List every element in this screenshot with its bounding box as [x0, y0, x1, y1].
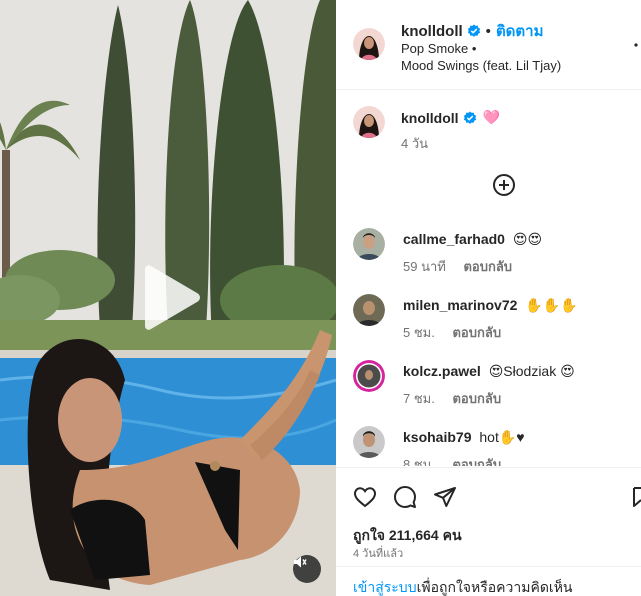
music-title[interactable]: Mood Swings (feat. Lil Tjay) — [401, 58, 561, 73]
comment-line: ksohaib79 hot✋♥ — [403, 429, 525, 446]
comment-bubble-icon — [394, 486, 416, 508]
comment-line: callme_farhad0 😍😍 — [403, 231, 542, 248]
reply-button[interactable]: ตอบกลับ — [452, 391, 501, 406]
post-timestamp[interactable]: 4 วันที่แล้ว — [353, 544, 403, 562]
action-bar: ถูกใจ 211,664 คน 4 วันที่แล้ว — [336, 467, 641, 560]
music-artist[interactable]: Pop Smoke • — [401, 41, 476, 56]
comment-item: ksohaib79 hot✋♥ 8 ชม. ตอบกลับ — [353, 424, 641, 466]
comment-meta: 5 ชม. ตอบกลับ — [403, 322, 501, 343]
add-circle-icon — [493, 174, 515, 196]
share-button[interactable] — [433, 485, 457, 509]
comment-username[interactable]: callme_farhad0 — [403, 231, 505, 247]
caption-author-avatar[interactable] — [353, 106, 385, 138]
post-caption: knolldoll 🩷 4 วัน — [353, 106, 641, 156]
heart-icon — [353, 487, 377, 508]
reply-button[interactable]: ตอบกลับ — [463, 259, 512, 274]
verified-badge-icon — [463, 111, 477, 125]
comment-text: 😍Słodziak 😍 — [488, 363, 575, 379]
follow-button[interactable]: ติดตาม — [496, 19, 544, 43]
commenter-avatar[interactable] — [353, 228, 385, 260]
reply-button[interactable]: ตอบกลับ — [452, 457, 501, 466]
comment-username[interactable]: ksohaib79 — [403, 429, 471, 445]
caption-line: knolldoll 🩷 — [401, 109, 500, 126]
comment-text: ✋✋✋ — [525, 297, 578, 313]
comment-item: milen_marinov72 ✋✋✋ 5 ชม. ตอบกลับ — [353, 292, 641, 358]
post-details-panel: knolldoll • ติดตาม Pop Smoke • Mood Swin… — [336, 0, 641, 596]
caption-text: 🩷 — [482, 109, 500, 125]
caption-time[interactable]: 4 วัน — [401, 133, 428, 154]
more-options-button[interactable] — [633, 38, 639, 52]
reply-button[interactable]: ตอบกลับ — [452, 325, 501, 340]
comment-meta: 8 ชม. ตอบกลับ — [403, 454, 501, 466]
comment-button[interactable] — [393, 485, 417, 509]
comment-time[interactable]: 5 ชม. — [403, 325, 435, 340]
verified-badge-icon — [467, 24, 481, 38]
comment-time[interactable]: 59 นาที — [403, 259, 446, 274]
play-button[interactable] — [139, 265, 201, 331]
comment-text: hot✋♥ — [479, 429, 525, 445]
comment-list[interactable]: callme_farhad0 😍😍 59 นาที ตอบกลับ milen_… — [353, 226, 641, 466]
author-avatar[interactable] — [353, 28, 385, 60]
commenter-avatar[interactable] — [353, 426, 385, 458]
login-prompt: เข้าสู่ระบบเพื่อถูกใจหรือความคิดเห็น — [336, 566, 641, 596]
like-button[interactable] — [353, 485, 377, 509]
login-prompt-rest: เพื่อถูกใจหรือความคิดเห็น — [416, 579, 573, 595]
paper-plane-icon — [434, 487, 456, 507]
comment-line: milen_marinov72 ✋✋✋ — [403, 297, 578, 314]
save-button[interactable] — [633, 485, 641, 509]
author-username[interactable]: knolldoll — [401, 23, 463, 40]
more-options-icon — [634, 43, 638, 47]
load-more-comments-button[interactable] — [492, 173, 516, 197]
commenter-avatar[interactable] — [353, 294, 385, 326]
comment-meta: 7 ชม. ตอบกลับ — [403, 388, 501, 409]
mute-toggle-button[interactable] — [293, 555, 321, 583]
comment-text: 😍😍 — [512, 231, 543, 247]
post-video[interactable] — [0, 0, 336, 596]
post-header: knolldoll • ติดตาม Pop Smoke • Mood Swin… — [336, 0, 641, 90]
header-separator: • — [485, 22, 491, 40]
login-link[interactable]: เข้าสู่ระบบ — [353, 579, 417, 595]
commenter-avatar[interactable] — [353, 360, 385, 392]
login-prompt-text: เข้าสู่ระบบเพื่อถูกใจหรือความคิดเห็น — [353, 577, 573, 596]
comment-meta: 59 นาที ตอบกลับ — [403, 256, 512, 277]
caption-username[interactable]: knolldoll — [401, 110, 459, 126]
header-title-row: knolldoll • ติดตาม — [401, 19, 543, 43]
comment-username[interactable]: kolcz.pawel — [403, 363, 481, 379]
muted-speaker-icon — [294, 556, 307, 568]
comment-item: kolcz.pawel 😍Słodziak 😍 7 ชม. ตอบกลับ — [353, 358, 641, 424]
play-icon — [145, 265, 200, 330]
comment-line: kolcz.pawel 😍Słodziak 😍 — [403, 363, 575, 380]
comment-time[interactable]: 7 ชม. — [403, 391, 435, 406]
bookmark-icon — [633, 487, 641, 507]
comment-time[interactable]: 8 ชม. — [403, 457, 435, 466]
comment-username[interactable]: milen_marinov72 — [403, 297, 517, 313]
comment-item: callme_farhad0 😍😍 59 นาที ตอบกลับ — [353, 226, 641, 292]
